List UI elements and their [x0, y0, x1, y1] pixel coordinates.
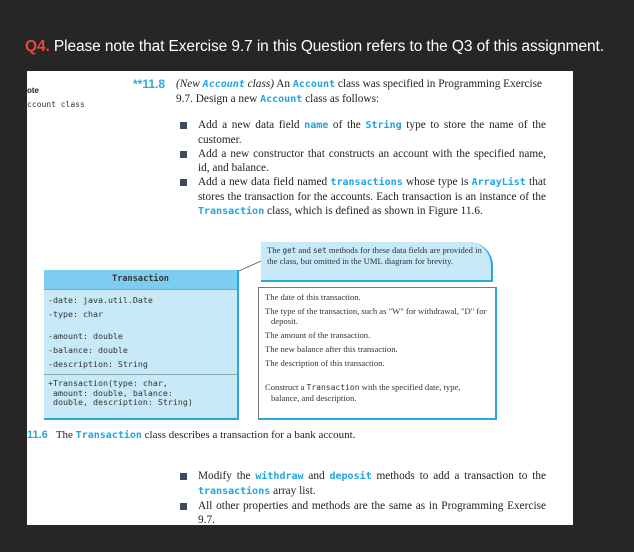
side-note: ote ccount class — [27, 86, 85, 109]
description-item: The type of the transaction, such as "W"… — [265, 306, 487, 326]
uml-operations: +Transaction(type: char, amount: double,… — [44, 375, 237, 412]
uml-attribute: -balance: double — [48, 345, 128, 355]
figure-number: 11.6 — [27, 429, 48, 441]
intro-title-end: class) — [244, 78, 275, 90]
side-note-title: ote — [27, 86, 39, 95]
list-item: Add a new data field name of the String … — [180, 118, 546, 147]
uml-attributes: -date: java.util.Date -type: char -amoun… — [44, 290, 237, 375]
description-item: The description of this transaction. — [265, 358, 385, 368]
list-item: Add a new data field named transactions … — [180, 175, 546, 219]
figure-caption: 11.6 The Transaction class describes a tr… — [27, 429, 356, 441]
list-item: All other properties and methods are the… — [180, 499, 546, 525]
uml-descriptions: The date of this transaction. The type o… — [258, 287, 497, 420]
uml-attribute: -date: java.util.Date — [48, 295, 153, 305]
intro-title: (New — [176, 78, 203, 90]
question-header: Q4. Please note that Exercise 9.7 in thi… — [25, 38, 604, 56]
exercise-number: **11.8 — [133, 77, 166, 91]
code-account: Account — [292, 79, 336, 90]
exercise-intro: (New Account class) An Account class was… — [176, 77, 551, 107]
code-account: Account — [202, 79, 245, 90]
constructor-description: Construct a Transaction with the specifi… — [265, 382, 461, 403]
requirements-list-bottom: Modify the withdraw and deposit methods … — [180, 469, 546, 525]
list-item: Add a new constructor that constructs an… — [180, 147, 546, 175]
intro-text: An — [274, 78, 293, 90]
list-item: Modify the withdraw and deposit methods … — [180, 469, 546, 499]
description-item: The date of this transaction. — [265, 292, 361, 302]
uml-note-callout: The get and set methods for these data f… — [261, 242, 493, 282]
description-item: The new balance after this transaction. — [265, 344, 398, 354]
intro-text: class as follows: — [302, 93, 380, 105]
textbook-page: ote ccount class **11.8 (New Account cla… — [27, 71, 573, 525]
uml-attribute: -description: String — [48, 359, 148, 369]
code-account: Account — [260, 94, 303, 105]
description-item: The amount of the transaction. — [265, 330, 371, 340]
uml-operation-line: double, description: String) — [48, 397, 193, 407]
side-note-text: ccount class — [27, 100, 85, 109]
uml-class-diagram: Transaction -date: java.util.Date -type:… — [44, 270, 239, 420]
uml-class-name: Transaction — [44, 270, 237, 290]
uml-attribute: -amount: double — [48, 331, 123, 341]
question-number: Q4. — [25, 38, 50, 55]
requirements-list-top: Add a new data field name of the String … — [180, 118, 546, 219]
uml-attribute: -type: char — [48, 309, 103, 319]
question-text: Please note that Exercise 9.7 in this Qu… — [53, 38, 604, 55]
